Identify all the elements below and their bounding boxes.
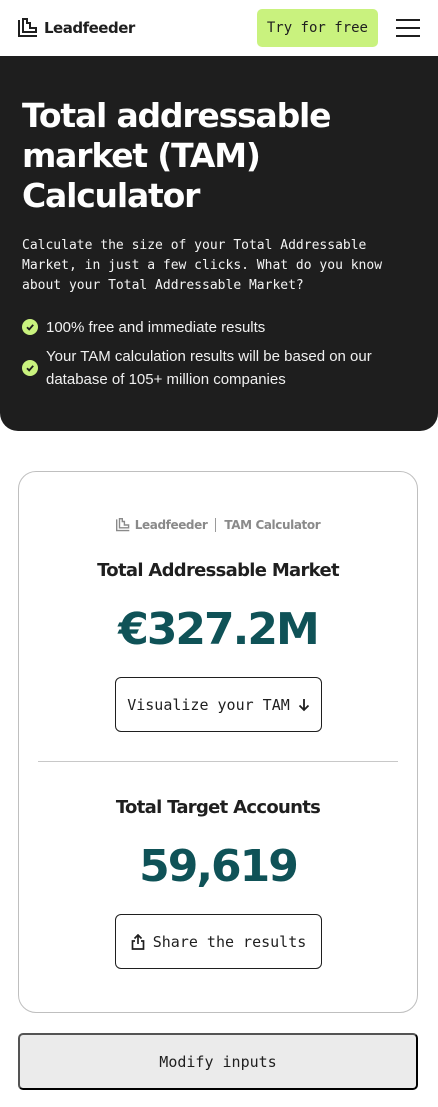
try-for-free-button[interactable]: Try for free (256, 9, 378, 47)
menu-icon[interactable] (396, 19, 420, 37)
page-title: Total addressable market (TAM) Calculato… (22, 96, 331, 215)
share-results-button[interactable]: Share the results (115, 914, 322, 969)
card-product-name: TAM Calculator (224, 518, 321, 532)
site-header: Leadfeeder Try for free (0, 0, 438, 56)
share-label: Share the results (152, 932, 307, 951)
results-card: Leadfeeder TAM Calculator Total Addressa… (18, 471, 418, 1013)
modify-inputs-button[interactable]: Modify inputs (18, 1033, 418, 1090)
card-brand: Leadfeeder TAM Calculator (19, 518, 417, 532)
arrow-down-icon (298, 698, 309, 711)
leadfeeder-logo-icon (18, 18, 37, 37)
leadfeeder-logo-icon (115, 518, 130, 532)
tam-value: €327.2M (118, 604, 320, 655)
divider (38, 761, 398, 762)
feature-item: Your TAM calculation results will be bas… (22, 345, 416, 391)
feature-item: 100% free and immediate results (22, 316, 416, 339)
check-icon (22, 360, 38, 376)
check-icon (22, 319, 38, 335)
card-brand-name: Leadfeeder (134, 518, 208, 532)
visualize-label: Visualize your TAM (127, 695, 290, 714)
feature-text: Your TAM calculation results will be bas… (46, 348, 372, 388)
brand-divider (215, 518, 217, 532)
feature-list: 100% free and immediate results Your TAM… (22, 316, 416, 391)
feature-text: 100% free and immediate results (46, 319, 266, 336)
tam-title: Total Addressable Market (97, 560, 339, 581)
brand-logo[interactable]: Leadfeeder (18, 18, 135, 38)
brand-name: Leadfeeder (44, 19, 135, 37)
hero-description: Calculate the size of your Total Address… (22, 238, 383, 293)
share-icon (131, 933, 145, 950)
hero-section: Total addressable market (TAM) Calculato… (0, 56, 438, 431)
visualize-tam-button[interactable]: Visualize your TAM (115, 677, 322, 732)
accounts-title: Total Target Accounts (115, 797, 321, 818)
accounts-value: 59,619 (139, 841, 299, 892)
